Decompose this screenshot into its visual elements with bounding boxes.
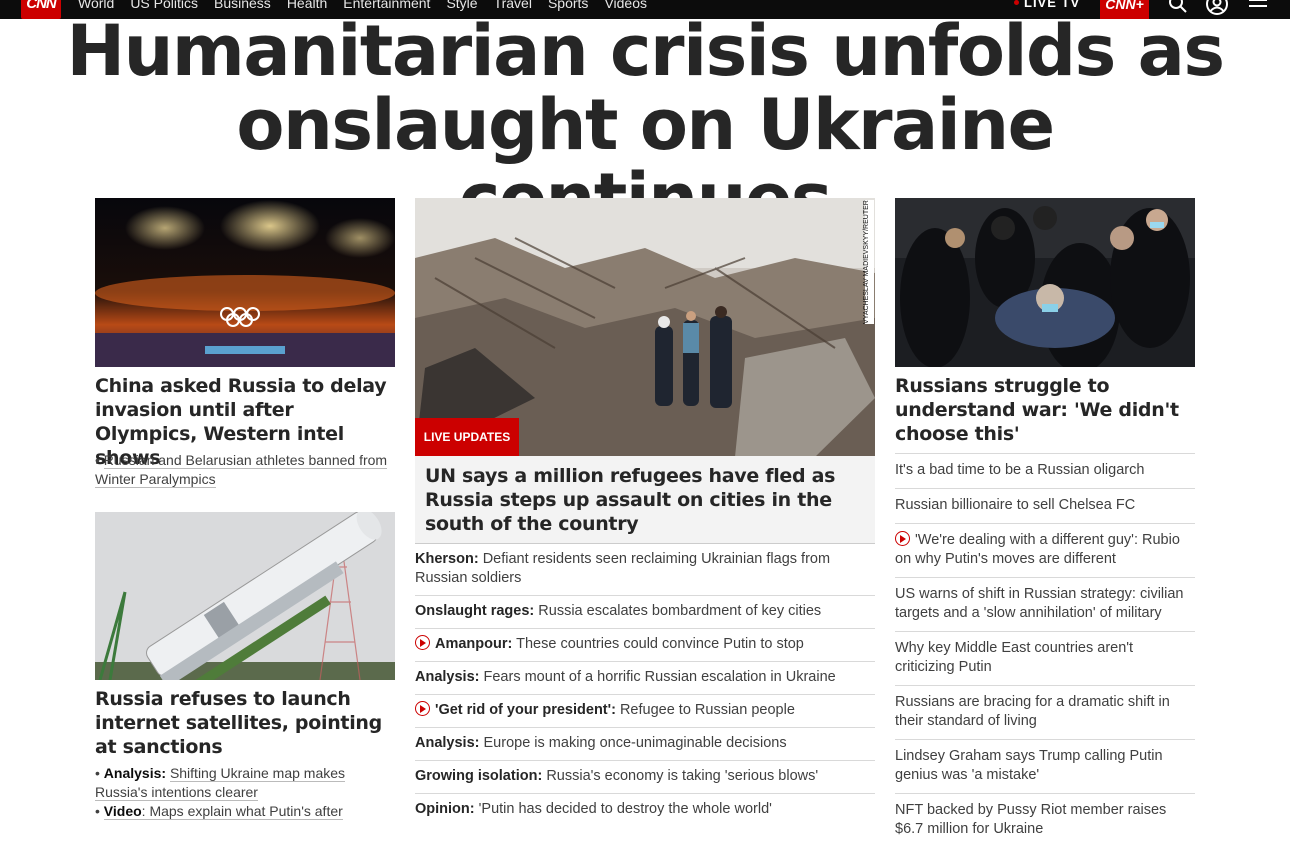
list-item[interactable]: Why key Middle East countries aren't cri… <box>895 631 1195 685</box>
item-text[interactable]: Lindsey Graham says Trump calling Putin … <box>895 748 1163 783</box>
list-item[interactable]: Analysis: Fears mount of a horrific Russ… <box>415 662 875 695</box>
live-tv-label: LIVE TV <box>1024 0 1081 10</box>
list-item[interactable]: 'Get rid of your president': Refugee to … <box>415 695 875 728</box>
olympics-fireworks-image[interactable] <box>95 198 395 367</box>
item-label: Amanpour: <box>435 636 513 652</box>
live-tv-link[interactable]: LIVE TV <box>1014 0 1080 10</box>
list-item[interactable]: 'We're dealing with a different guy': Ru… <box>895 523 1195 577</box>
play-video-icon <box>895 531 910 546</box>
list-item[interactable]: It's a bad time to be a Russian oligarch <box>895 453 1195 488</box>
bullet: • <box>95 452 104 468</box>
story-satellites-sub-link-1[interactable]: • Analysis: Shifting Ukraine map makes R… <box>95 764 395 802</box>
bullet: • <box>95 765 104 781</box>
item-label: Growing isolation: <box>415 768 543 784</box>
video-label: Video <box>103 803 142 819</box>
item-text[interactable]: Europe is making once-unimaginable decis… <box>484 735 787 751</box>
list-item[interactable]: Analysis: Europe is making once-unimagin… <box>415 728 875 761</box>
maps-video-link[interactable]: : Maps explain what Putin's after <box>142 803 343 819</box>
item-text[interactable]: Russia escalates bombardment of key citi… <box>538 603 821 619</box>
paralympics-link[interactable]: Russian and Belarusian athletes banned f… <box>95 452 388 488</box>
item-text[interactable]: Refugee to Russian people <box>620 702 795 718</box>
center-story-list: Kherson: Defiant residents seen reclaimi… <box>415 544 875 826</box>
item-text[interactable]: Why key Middle East countries aren't cri… <box>895 640 1133 675</box>
live-dot-icon <box>1014 0 1019 5</box>
play-video-icon <box>415 635 430 650</box>
live-updates-badge[interactable]: LIVE UPDATES <box>415 418 519 456</box>
photo-credit-text: VYACHESLAV MADIEVSKYY/REUTERS <box>863 200 870 324</box>
list-item[interactable]: Russian billionaire to sell Chelsea FC <box>895 488 1195 523</box>
item-label: Analysis: <box>415 735 480 751</box>
rocket-launch-image[interactable] <box>95 512 395 680</box>
list-item[interactable]: NFT backed by Pussy Riot member raises $… <box>895 793 1195 847</box>
list-item[interactable]: Growing isolation: Russia's economy is t… <box>415 761 875 794</box>
protest-graphic <box>895 198 1195 367</box>
menu-icon[interactable] <box>1246 0 1270 16</box>
story-olympics-sub-link[interactable]: • Russian and Belarusian athletes banned… <box>95 451 395 489</box>
item-text[interactable]: It's a bad time to be a Russian oligarch <box>895 462 1144 478</box>
center-lead-title[interactable]: UN says a million refugees have fled as … <box>425 464 865 536</box>
item-label: Kherson: <box>415 551 479 567</box>
list-item[interactable]: Amanpour: These countries could convince… <box>415 629 875 662</box>
cnn-logo[interactable]: CNN <box>21 0 61 19</box>
item-label: Analysis: <box>415 669 480 685</box>
rocket-graphic <box>95 512 395 680</box>
moscow-protest-image[interactable] <box>895 198 1195 367</box>
list-item[interactable]: Kherson: Defiant residents seen reclaimi… <box>415 544 875 596</box>
item-text[interactable]: These countries could convince Putin to … <box>516 636 804 652</box>
item-text[interactable]: Russian billionaire to sell Chelsea FC <box>895 497 1135 513</box>
list-item[interactable]: US warns of shift in Russian strategy: c… <box>895 577 1195 631</box>
item-text[interactable]: US warns of shift in Russian strategy: c… <box>895 586 1184 621</box>
item-text[interactable]: Russia's economy is taking 'serious blow… <box>546 768 818 784</box>
item-label: 'Get rid of your president': <box>435 702 616 718</box>
item-text[interactable]: Fears mount of a horrific Russian escala… <box>484 669 836 685</box>
story-satellites-sub-link-2[interactable]: • Video: Maps explain what Putin's after <box>95 802 395 821</box>
list-item[interactable]: Lindsey Graham says Trump calling Putin … <box>895 739 1195 793</box>
list-item[interactable]: Russians are bracing for a dramatic shif… <box>895 685 1195 739</box>
analysis-label: Analysis: <box>103 765 167 781</box>
play-video-icon <box>415 701 430 716</box>
list-item[interactable]: Opinion: 'Putin has decided to destroy t… <box>415 794 875 826</box>
right-story-list: It's a bad time to be a Russian oligarch… <box>895 453 1195 847</box>
item-text[interactable]: 'Putin has decided to destroy the whole … <box>479 801 772 817</box>
item-text[interactable]: 'We're dealing with a different guy': Ru… <box>895 532 1180 567</box>
center-lead-card[interactable]: UN says a million refugees have fled as … <box>415 456 875 544</box>
item-label: Opinion: <box>415 801 475 817</box>
story-satellites-title[interactable]: Russia refuses to launch internet satell… <box>95 687 395 759</box>
story-russians-title[interactable]: Russians struggle to understand war: 'We… <box>895 374 1195 446</box>
olympics-fireworks-graphic <box>95 198 395 367</box>
photo-credit: VYACHESLAV MADIEVSKYY/REUTERS <box>861 200 875 324</box>
item-text[interactable]: NFT backed by Pussy Riot member raises $… <box>895 802 1166 837</box>
bullet: • <box>95 803 104 819</box>
item-label: Onslaught rages: <box>415 603 535 619</box>
item-text[interactable]: Russians are bracing for a dramatic shif… <box>895 694 1170 729</box>
list-item[interactable]: Onslaught rages: Russia escalates bombar… <box>415 596 875 629</box>
